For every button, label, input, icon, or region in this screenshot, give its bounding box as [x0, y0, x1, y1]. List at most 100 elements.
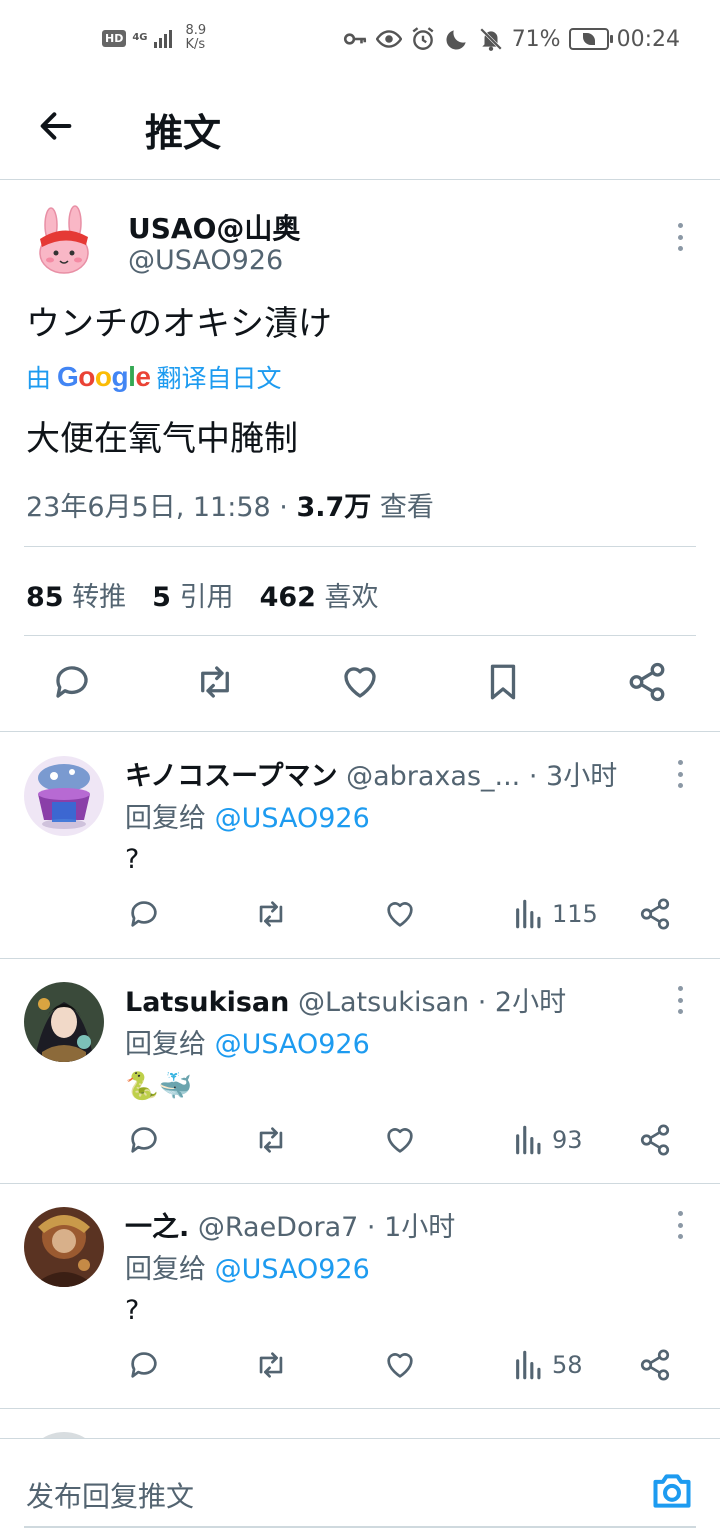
- reply-to-link[interactable]: @USAO926: [215, 1029, 370, 1060]
- share-button[interactable]: [638, 1347, 672, 1383]
- status-bar: HD 4G 8.9 K/s 71% 00:24: [0, 0, 720, 84]
- share-button[interactable]: [638, 1122, 672, 1158]
- battery-percent: 71%: [511, 26, 561, 52]
- reply-time: · 1小时: [366, 1212, 456, 1243]
- reply-author-name[interactable]: Latsukisan: [125, 987, 289, 1018]
- share-icon: [640, 898, 670, 930]
- retweet-button[interactable]: [254, 1347, 288, 1383]
- retweet-button[interactable]: [194, 661, 236, 703]
- reply-avatar[interactable]: [24, 982, 104, 1062]
- author-avatar[interactable]: [30, 205, 100, 279]
- views-button[interactable]: 115: [512, 896, 598, 932]
- alarm-icon: [412, 27, 434, 50]
- network-speed: 8.9 K/s: [186, 24, 207, 52]
- quotes-label: 引用: [179, 582, 234, 613]
- reply-actions: 93: [0, 1122, 720, 1158]
- like-button[interactable]: [339, 661, 381, 703]
- reply-button[interactable]: [51, 661, 93, 703]
- share-icon: [640, 1124, 670, 1156]
- reply-icon: [131, 1352, 157, 1378]
- more-options-icon[interactable]: [676, 223, 684, 251]
- reply-tweet[interactable]: Latsukisan @Latsukisan · 2小时 回复给 @USAO92…: [0, 958, 720, 1183]
- back-arrow-icon[interactable]: [36, 106, 76, 146]
- tweet-meta: 23年6月5日, 11:58 · 3.7万 查看: [26, 485, 434, 524]
- reply-tweet[interactable]: 一之. @RaeDora7 · 1小时 回复给 @USAO926 ? 58: [0, 1183, 720, 1408]
- views-button[interactable]: 93: [512, 1122, 583, 1158]
- speed-value: 8.9: [185, 23, 207, 38]
- clock: 00:24: [616, 26, 680, 52]
- reply-to-link[interactable]: @USAO926: [215, 1254, 370, 1285]
- reply-to-link[interactable]: @USAO926: [215, 803, 370, 834]
- retweet-button[interactable]: [254, 896, 288, 932]
- reply-button[interactable]: [127, 1347, 161, 1383]
- share-button[interactable]: [638, 896, 672, 932]
- compose-bar: 发布回复推文: [0, 1438, 720, 1540]
- reply-actions: 58: [0, 1347, 720, 1383]
- views-button[interactable]: 58: [512, 1347, 583, 1383]
- like-button[interactable]: [383, 1122, 417, 1158]
- translation-attribution[interactable]: 由 Google 翻译自日文: [26, 359, 282, 395]
- heart-icon: [344, 667, 376, 698]
- hd-indicator: HD: [102, 29, 127, 47]
- tweet-actions: [0, 661, 720, 707]
- reply-text: ?: [125, 844, 140, 875]
- google-logo: Google: [57, 361, 151, 392]
- analytics-icon: [516, 1350, 541, 1380]
- reply-author-handle[interactable]: @RaeDora7: [198, 1212, 358, 1243]
- more-options-icon[interactable]: [676, 760, 684, 788]
- divider: [0, 1408, 720, 1409]
- retweet-icon: [259, 1352, 283, 1378]
- quotes-stat[interactable]: 5 引用: [152, 575, 233, 614]
- moon-icon: [446, 30, 466, 50]
- network-type: 4G: [132, 32, 148, 43]
- retweet-icon: [259, 901, 283, 927]
- more-options-icon[interactable]: [676, 1211, 684, 1239]
- likes-label: 喜欢: [324, 582, 379, 613]
- divider: [24, 546, 696, 547]
- author-handle[interactable]: @USAO926: [128, 245, 283, 276]
- like-button[interactable]: [383, 896, 417, 932]
- camera-icon[interactable]: [650, 1469, 694, 1513]
- translate-suffix: 翻译自日文: [156, 364, 282, 393]
- views-count: 3.7万: [296, 492, 372, 523]
- share-button[interactable]: [626, 661, 668, 703]
- likes-stat[interactable]: 462 喜欢: [260, 575, 379, 614]
- reply-tweet[interactable]: キノコスープマン @abraxas_... · 3小时 回复给 @USAO926…: [0, 732, 720, 957]
- top-bar: 推文: [0, 84, 720, 180]
- reply-time: · 3小时: [528, 761, 618, 792]
- analytics-icon: [516, 1125, 541, 1155]
- reply-author-name[interactable]: 一之.: [125, 1212, 189, 1243]
- battery-icon: [568, 28, 613, 50]
- reply-actions: 115: [0, 896, 720, 932]
- reply-author-name[interactable]: キノコスープマン: [125, 761, 338, 792]
- analytics-icon: [516, 899, 541, 929]
- more-options-icon[interactable]: [676, 986, 684, 1014]
- reply-button[interactable]: [127, 1122, 161, 1158]
- heart-icon: [387, 902, 413, 927]
- retweets-count: 85: [26, 582, 64, 613]
- reply-author-handle[interactable]: @Latsukisan: [298, 987, 469, 1018]
- reply-author-handle[interactable]: @abraxas_...: [346, 761, 520, 792]
- bookmark-button[interactable]: [482, 661, 524, 703]
- replying-to: 回复给 @USAO926: [125, 1022, 370, 1061]
- reply-compose-input[interactable]: 发布回复推文: [26, 1475, 194, 1515]
- retweets-stat[interactable]: 85 转推: [26, 575, 126, 614]
- retweet-icon: [201, 666, 229, 698]
- reply-icon: [131, 901, 157, 927]
- mute-bell-icon: [479, 28, 502, 51]
- reply-avatar[interactable]: [24, 1207, 104, 1287]
- reply-prefix: 回复给: [125, 1254, 206, 1285]
- page-title: 推文: [145, 111, 222, 155]
- author-name[interactable]: USAO@山奥: [128, 207, 300, 247]
- reply-button[interactable]: [127, 896, 161, 932]
- reply-avatar[interactable]: [24, 756, 104, 836]
- like-button[interactable]: [383, 1347, 417, 1383]
- retweet-icon: [259, 1127, 283, 1153]
- replying-to: 回复给 @USAO926: [125, 796, 370, 835]
- reply-icon: [56, 666, 88, 698]
- views-label[interactable]: 查看: [371, 492, 434, 523]
- speed-unit: K/s: [185, 37, 206, 52]
- reply-header: キノコスープマン @abraxas_... · 3小时: [125, 754, 617, 793]
- views-count: 93: [552, 1126, 583, 1154]
- retweet-button[interactable]: [254, 1122, 288, 1158]
